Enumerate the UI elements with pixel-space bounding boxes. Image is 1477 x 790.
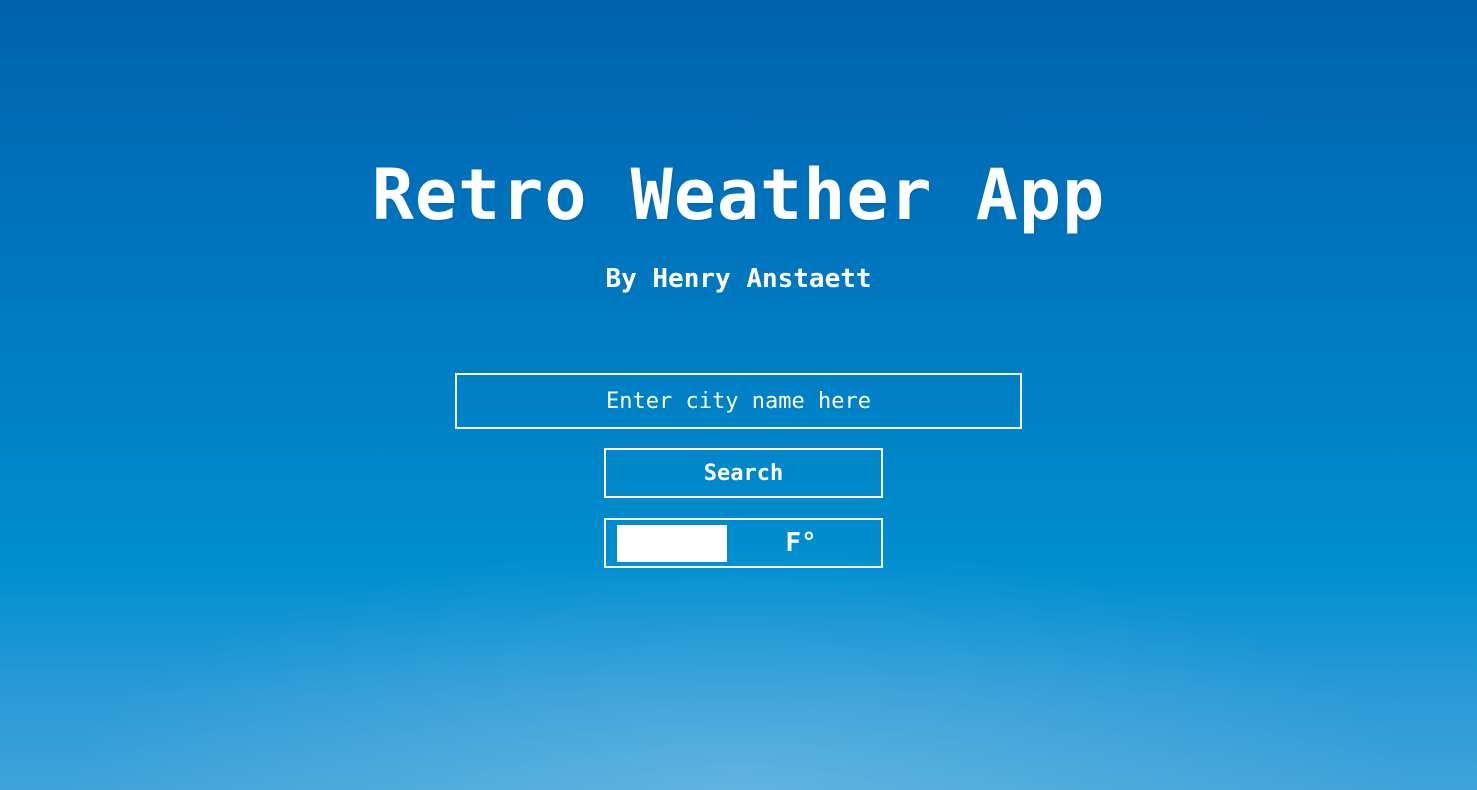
unit-label: F° xyxy=(785,528,817,558)
temperature-unit-toggle[interactable]: F° xyxy=(604,518,883,568)
search-button[interactable]: Search xyxy=(604,448,883,498)
toggle-knob[interactable] xyxy=(617,525,727,562)
page-title: Retro Weather App xyxy=(371,154,1106,236)
city-search-input[interactable] xyxy=(455,373,1022,429)
author-byline: By Henry Anstaett xyxy=(605,264,872,294)
